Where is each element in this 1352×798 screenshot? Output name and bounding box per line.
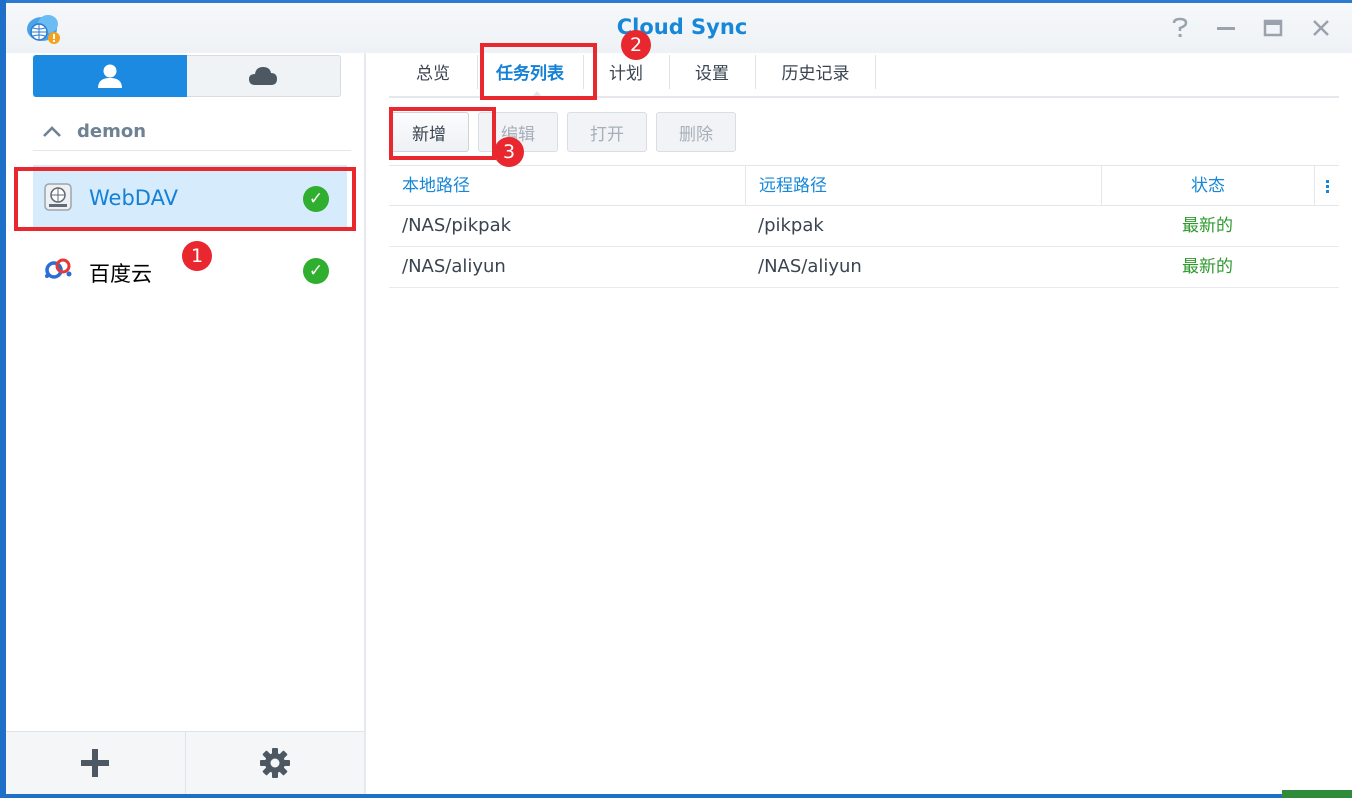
sidebar-view-toggle: [33, 55, 341, 97]
annotation-box-webdav: [14, 167, 356, 231]
table-header: 本地路径 远程路径 状态: [389, 165, 1339, 206]
sidebar-footer: [6, 731, 364, 794]
group-header-demon[interactable]: demon: [33, 117, 351, 151]
cloud-view-button[interactable]: [186, 55, 341, 97]
table-row[interactable]: /NAS/aliyun /NAS/aliyun 最新的: [389, 247, 1339, 288]
column-local-path[interactable]: 本地路径: [402, 166, 470, 206]
tab-history[interactable]: 历史记录: [755, 46, 876, 96]
settings-button[interactable]: [184, 732, 365, 794]
annotation-badge: 3: [494, 137, 524, 167]
delete-task-button[interactable]: 删除: [656, 112, 736, 152]
annotation-box-task-list: [480, 43, 597, 100]
annotation-box-add: [389, 107, 496, 160]
cloud-icon: [249, 67, 278, 85]
user-view-button[interactable]: [33, 55, 187, 97]
more-vertical-icon: [1326, 180, 1329, 193]
column-status[interactable]: 状态: [1101, 166, 1314, 206]
baidu-cloud-icon: [43, 254, 73, 284]
remote-path-cell: /pikpak: [758, 215, 824, 236]
status-cell: 最新的: [1182, 257, 1233, 277]
connection-label: 百度云: [89, 262, 152, 286]
remote-path-cell: /NAS/aliyun: [758, 256, 862, 277]
task-table: 本地路径 远程路径 状态 /NAS/pikpak /pikpak 最新的 /NA…: [389, 165, 1339, 288]
chevron-up-icon: [41, 121, 63, 148]
column-menu-button[interactable]: [1314, 166, 1339, 206]
annotation-badge: 2: [621, 30, 651, 60]
close-button[interactable]: [1307, 17, 1335, 41]
column-remote-path[interactable]: 远程路径: [745, 166, 827, 206]
minimize-button[interactable]: [1212, 17, 1240, 41]
table-row[interactable]: /NAS/pikpak /pikpak 最新的: [389, 206, 1339, 247]
add-connection-button[interactable]: [6, 732, 185, 794]
tab-settings[interactable]: 设置: [669, 46, 755, 96]
sidebar: demon WebDAV ✓ 百度云 ✓: [6, 53, 366, 794]
help-button[interactable]: [1166, 17, 1194, 41]
desktop-corner: [1282, 790, 1352, 798]
open-task-button[interactable]: 打开: [567, 112, 647, 152]
window-frame-bottom: [0, 794, 1352, 798]
local-path-cell: /NAS/aliyun: [402, 256, 506, 277]
plus-icon: [81, 749, 110, 777]
maximize-button[interactable]: [1259, 17, 1287, 41]
group-label: demon: [77, 121, 147, 142]
user-icon: [97, 64, 122, 88]
local-path-cell: /NAS/pikpak: [402, 215, 512, 236]
app-title: Cloud Sync: [616, 15, 748, 39]
tab-overview[interactable]: 总览: [389, 46, 477, 96]
status-ok-icon: ✓: [303, 258, 329, 284]
annotation-badge: 1: [182, 241, 212, 271]
status-cell: 最新的: [1182, 216, 1233, 236]
gear-icon: [259, 748, 290, 778]
